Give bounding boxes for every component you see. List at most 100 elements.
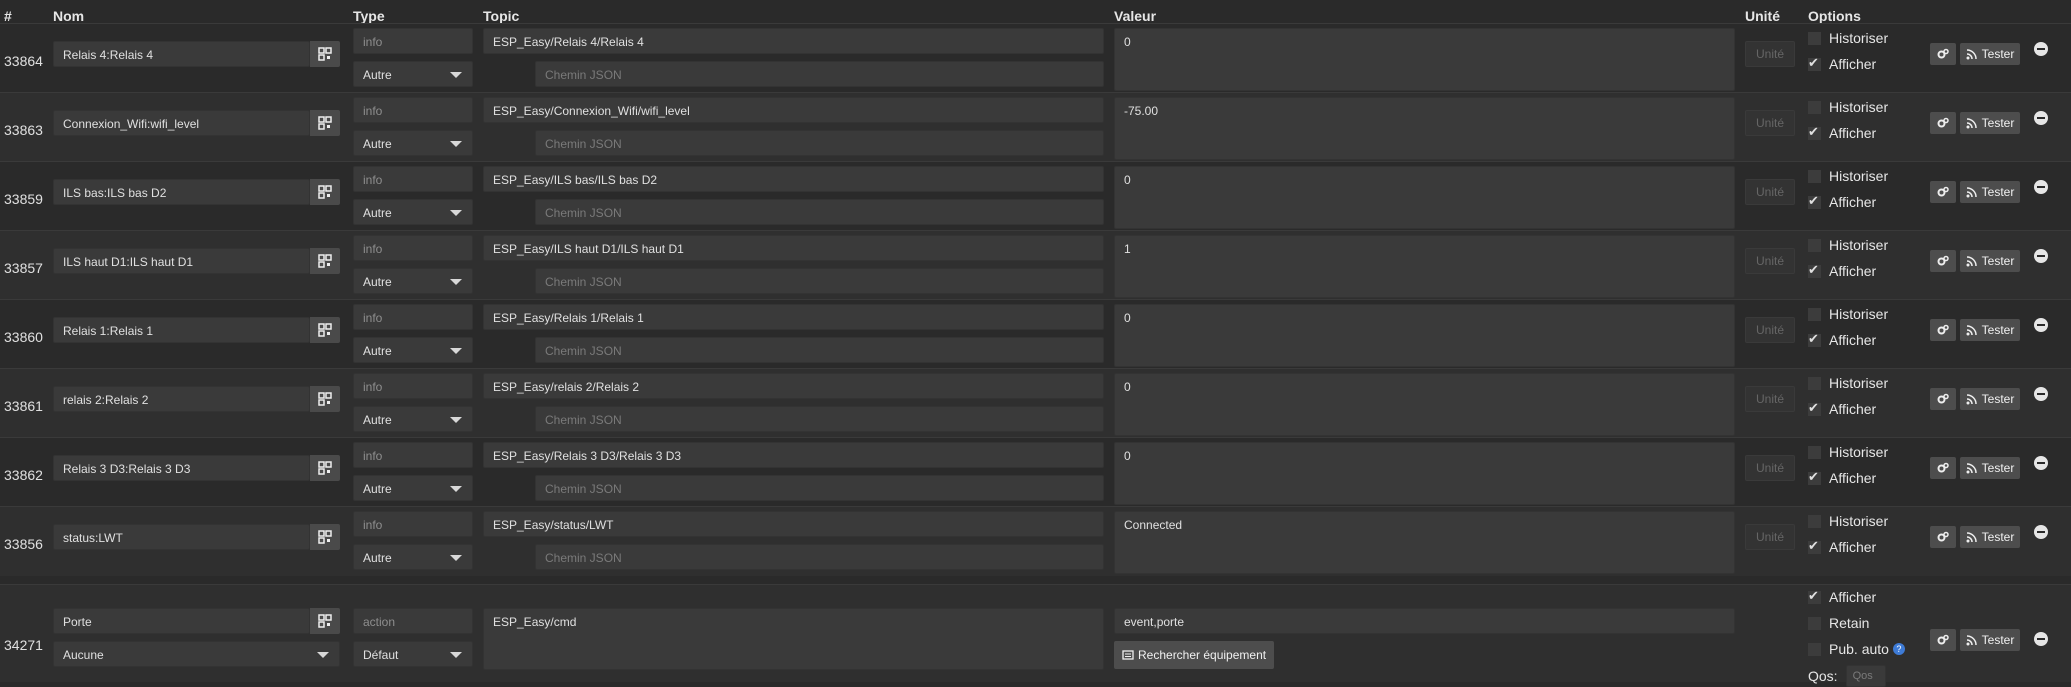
valeur-textarea[interactable]: 1 <box>1114 235 1735 298</box>
linked-info-select[interactable]: Aucune <box>53 641 340 667</box>
historiser-checkbox[interactable] <box>1808 376 1821 390</box>
valeur-input[interactable]: event,porte <box>1114 608 1735 634</box>
option-afficher[interactable]: Afficher <box>1808 55 1876 72</box>
config-cmd-button[interactable] <box>310 248 340 274</box>
remove-icon[interactable] <box>2034 632 2048 646</box>
advanced-config-button[interactable] <box>1930 457 1956 479</box>
retain-checkbox[interactable] <box>1808 616 1821 630</box>
afficher-checkbox[interactable] <box>1808 262 1821 278</box>
option-historiser[interactable]: Historiser <box>1808 444 1888 460</box>
tester-button[interactable]: Tester <box>1960 250 2020 272</box>
subtype-select[interactable]: Autre <box>353 130 473 156</box>
option-historiser[interactable]: Historiser <box>1808 99 1888 115</box>
json-path-input[interactable]: Chemin JSON <box>535 544 1104 570</box>
subtype-select[interactable]: Autre <box>353 406 473 432</box>
json-path-input[interactable]: Chemin JSON <box>535 337 1104 363</box>
afficher-checkbox[interactable] <box>1808 55 1821 71</box>
option-historiser[interactable]: Historiser <box>1808 168 1888 184</box>
nom-input[interactable]: ILS haut D1:ILS haut D1 <box>53 248 310 274</box>
subtype-select[interactable]: Autre <box>353 199 473 225</box>
config-cmd-button[interactable] <box>310 317 340 343</box>
valeur-textarea[interactable]: 0 <box>1114 166 1735 229</box>
advanced-config-button[interactable] <box>1930 43 1956 65</box>
unite-input[interactable]: Unité <box>1745 317 1795 343</box>
tester-button[interactable]: Tester <box>1960 388 2020 410</box>
historiser-checkbox[interactable] <box>1808 169 1821 183</box>
topic-input[interactable]: ESP_Easy/status/LWT <box>483 511 1104 537</box>
subtype-select[interactable]: Autre <box>353 544 473 570</box>
topic-input[interactable]: ESP_Easy/relais 2/Relais 2 <box>483 373 1104 399</box>
afficher-checkbox[interactable] <box>1808 469 1821 485</box>
option-afficher[interactable]: Afficher <box>1808 331 1876 348</box>
option-afficher[interactable]: Afficher <box>1808 538 1876 555</box>
config-cmd-button[interactable] <box>310 524 340 550</box>
option-afficher[interactable]: Afficher <box>1808 124 1876 141</box>
historiser-checkbox[interactable] <box>1808 514 1821 528</box>
remove-icon[interactable] <box>2034 42 2048 56</box>
afficher-checkbox[interactable] <box>1808 331 1821 347</box>
topic-input[interactable]: ESP_Easy/ILS bas/ILS bas D2 <box>483 166 1104 192</box>
unite-input[interactable]: Unité <box>1745 524 1795 550</box>
help-icon[interactable]: ? <box>1892 643 1905 655</box>
subtype-select[interactable]: Défaut <box>353 641 473 667</box>
option-afficher[interactable]: Afficher <box>1808 469 1876 486</box>
subtype-select[interactable]: Autre <box>353 61 473 87</box>
pub-auto-checkbox[interactable] <box>1808 642 1821 656</box>
nom-input[interactable]: Relais 3 D3:Relais 3 D3 <box>53 455 310 481</box>
valeur-textarea[interactable]: 0 <box>1114 28 1735 91</box>
unite-input[interactable]: Unité <box>1745 455 1795 481</box>
option-afficher[interactable]: Afficher <box>1808 262 1876 279</box>
historiser-checkbox[interactable] <box>1808 445 1821 459</box>
json-path-input[interactable]: Chemin JSON <box>535 406 1104 432</box>
option-retain[interactable]: Retain <box>1808 615 1869 631</box>
topic-input[interactable]: ESP_Easy/Relais 1/Relais 1 <box>483 304 1104 330</box>
config-cmd-button[interactable] <box>310 608 340 634</box>
subtype-select[interactable]: Autre <box>353 268 473 294</box>
config-cmd-button[interactable] <box>310 110 340 136</box>
unite-input[interactable]: Unité <box>1745 386 1795 412</box>
json-path-input[interactable]: Chemin JSON <box>535 61 1104 87</box>
valeur-textarea[interactable]: 0 <box>1114 373 1735 436</box>
unite-input[interactable]: Unité <box>1745 248 1795 274</box>
json-path-input[interactable]: Chemin JSON <box>535 130 1104 156</box>
nom-input[interactable]: Relais 4:Relais 4 <box>53 41 310 67</box>
advanced-config-button[interactable] <box>1930 388 1956 410</box>
option-afficher[interactable]: Afficher <box>1808 193 1876 210</box>
advanced-config-button[interactable] <box>1930 181 1956 203</box>
tester-button[interactable]: Tester <box>1960 629 2020 651</box>
config-cmd-button[interactable] <box>310 41 340 67</box>
config-cmd-button[interactable] <box>310 455 340 481</box>
valeur-textarea[interactable]: 0 <box>1114 304 1735 367</box>
qos-input[interactable]: Qos <box>1845 665 1886 687</box>
unite-input[interactable]: Unité <box>1745 41 1795 67</box>
afficher-checkbox[interactable] <box>1808 538 1821 554</box>
historiser-checkbox[interactable] <box>1808 307 1821 321</box>
remove-icon[interactable] <box>2034 249 2048 263</box>
advanced-config-button[interactable] <box>1930 526 1956 548</box>
tester-button[interactable]: Tester <box>1960 526 2020 548</box>
historiser-checkbox[interactable] <box>1808 31 1821 45</box>
tester-button[interactable]: Tester <box>1960 457 2020 479</box>
rechercher-equipement-button[interactable]: Rechercher équipement <box>1114 641 1275 669</box>
historiser-checkbox[interactable] <box>1808 100 1821 114</box>
nom-input[interactable]: Porte <box>53 608 310 634</box>
config-cmd-button[interactable] <box>310 179 340 205</box>
topic-input[interactable]: ESP_Easy/Connexion_Wifi/wifi_level <box>483 97 1104 123</box>
remove-icon[interactable] <box>2034 387 2048 401</box>
subtype-select[interactable]: Autre <box>353 475 473 501</box>
advanced-config-button[interactable] <box>1930 112 1956 134</box>
remove-icon[interactable] <box>2034 180 2048 194</box>
historiser-checkbox[interactable] <box>1808 238 1821 252</box>
remove-icon[interactable] <box>2034 318 2048 332</box>
afficher-checkbox[interactable] <box>1808 193 1821 209</box>
json-path-input[interactable]: Chemin JSON <box>535 199 1104 225</box>
option-afficher[interactable]: Afficher <box>1808 588 1876 605</box>
remove-icon[interactable] <box>2034 111 2048 125</box>
topic-input[interactable]: ESP_Easy/cmd <box>483 608 1104 670</box>
tester-button[interactable]: Tester <box>1960 112 2020 134</box>
tester-button[interactable]: Tester <box>1960 43 2020 65</box>
nom-input[interactable]: Relais 1:Relais 1 <box>53 317 310 343</box>
nom-input[interactable]: status:LWT <box>53 524 310 550</box>
valeur-textarea[interactable]: -75.00 <box>1114 97 1735 160</box>
nom-input[interactable]: Connexion_Wifi:wifi_level <box>53 110 310 136</box>
